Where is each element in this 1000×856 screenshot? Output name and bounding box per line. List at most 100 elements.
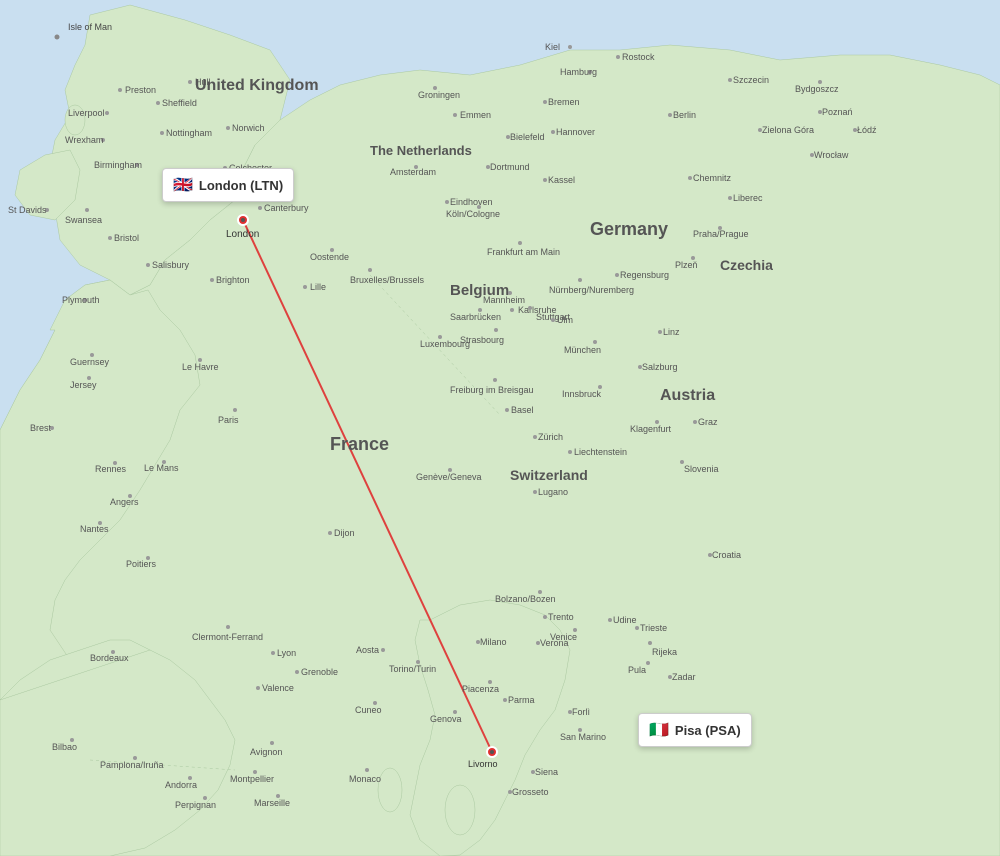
svg-text:Sheffield: Sheffield [162, 98, 197, 108]
svg-text:Hannover: Hannover [556, 127, 595, 137]
svg-text:Chemnitz: Chemnitz [693, 173, 732, 183]
svg-text:Poitiers: Poitiers [126, 559, 157, 569]
svg-text:Birmingham: Birmingham [94, 160, 142, 170]
svg-text:Lugano: Lugano [538, 487, 568, 497]
svg-text:Swansea: Swansea [65, 215, 102, 225]
svg-text:Nantes: Nantes [80, 524, 109, 534]
svg-text:Pamplona/Iruña: Pamplona/Iruña [100, 760, 164, 770]
svg-text:St Davids: St Davids [8, 205, 47, 215]
svg-text:San Marino: San Marino [560, 732, 606, 742]
svg-text:Liechtenstein: Liechtenstein [574, 447, 627, 457]
svg-text:München: München [564, 345, 601, 355]
svg-text:Milano: Milano [480, 637, 507, 647]
svg-text:Rostock: Rostock [622, 52, 655, 62]
svg-text:Paris: Paris [218, 415, 239, 425]
svg-text:Genève/Geneva: Genève/Geneva [416, 472, 482, 482]
svg-text:Liberec: Liberec [733, 193, 763, 203]
svg-text:Isle of Man: Isle of Man [68, 22, 112, 32]
svg-text:Marseille: Marseille [254, 798, 290, 808]
svg-text:Austria: Austria [660, 387, 715, 404]
svg-text:Siena: Siena [535, 767, 558, 777]
map-container: United Kingdom Belgium France Germany Sw… [0, 0, 1000, 856]
svg-text:Forlì: Forlì [572, 707, 590, 717]
svg-text:Hamburg: Hamburg [560, 67, 597, 77]
svg-text:Wrexham: Wrexham [65, 135, 103, 145]
svg-text:Bolzano/Bozen: Bolzano/Bozen [495, 594, 556, 604]
svg-text:Salzburg: Salzburg [642, 362, 678, 372]
svg-text:Switzerland: Switzerland [510, 467, 588, 483]
svg-text:Udine: Udine [613, 615, 637, 625]
svg-text:Genova: Genova [430, 714, 462, 724]
svg-text:Canterbury: Canterbury [264, 203, 309, 213]
london-airport-box: 🇬🇧 London (LTN) [162, 168, 294, 202]
svg-text:Ulm: Ulm [557, 315, 573, 325]
svg-text:Emmen: Emmen [460, 110, 491, 120]
svg-text:Avignon: Avignon [250, 747, 282, 757]
svg-text:Bremen: Bremen [548, 97, 580, 107]
svg-text:Bordeaux: Bordeaux [90, 653, 129, 663]
svg-text:Łódź: Łódź [857, 125, 877, 135]
svg-text:The Netherlands: The Netherlands [370, 143, 472, 158]
svg-text:Liverpool: Liverpool [68, 108, 105, 118]
svg-text:Le Havre: Le Havre [182, 362, 219, 372]
svg-text:Le Mans: Le Mans [144, 463, 179, 473]
svg-text:Croatia: Croatia [712, 550, 741, 560]
svg-text:London: London [226, 229, 259, 240]
svg-text:Grosseto: Grosseto [512, 787, 549, 797]
svg-text:Torino/Turin: Torino/Turin [389, 664, 436, 674]
svg-text:Lyon: Lyon [277, 648, 296, 658]
svg-text:Brest: Brest [30, 423, 52, 433]
svg-text:Piacenza: Piacenza [462, 684, 499, 694]
svg-text:Angers: Angers [110, 497, 139, 507]
svg-text:Bielefeld: Bielefeld [510, 132, 545, 142]
svg-text:Jersey: Jersey [70, 380, 97, 390]
svg-text:Mannheim: Mannheim [483, 295, 525, 305]
svg-text:Valence: Valence [262, 683, 294, 693]
svg-text:Frankfurt am Main: Frankfurt am Main [487, 247, 560, 257]
svg-text:Bruxelles/Brussels: Bruxelles/Brussels [350, 275, 425, 285]
svg-text:Salisbury: Salisbury [152, 260, 190, 270]
svg-text:Germany: Germany [590, 219, 668, 239]
svg-text:Graz: Graz [698, 417, 718, 427]
svg-text:France: France [330, 434, 389, 454]
svg-text:Dortmund: Dortmund [490, 162, 530, 172]
svg-text:Lille: Lille [310, 282, 326, 292]
svg-text:Oostende: Oostende [310, 252, 349, 262]
pisa-airport-box: 🇮🇹 Pisa (PSA) [638, 713, 752, 747]
svg-text:Guernsey: Guernsey [70, 357, 110, 367]
svg-text:Poznań: Poznań [822, 107, 853, 117]
svg-text:Strasbourg: Strasbourg [460, 335, 504, 345]
svg-text:Szczecin: Szczecin [733, 75, 769, 85]
svg-text:Montpellier: Montpellier [230, 774, 274, 784]
svg-text:Freiburg im Breisgau: Freiburg im Breisgau [450, 385, 534, 395]
svg-text:Czechia: Czechia [720, 257, 773, 273]
svg-text:Livorno: Livorno [468, 759, 498, 769]
svg-text:Andorra: Andorra [165, 780, 197, 790]
svg-text:Kiel: Kiel [545, 42, 560, 52]
svg-text:Eindhoven: Eindhoven [450, 197, 493, 207]
svg-text:Regensburg: Regensburg [620, 270, 669, 280]
svg-text:Bristol: Bristol [114, 233, 139, 243]
svg-text:Praha/Prague: Praha/Prague [693, 229, 749, 239]
svg-text:Pula: Pula [628, 665, 646, 675]
svg-text:Berlin: Berlin [673, 110, 696, 120]
svg-text:Köln/Cologne: Köln/Cologne [446, 209, 500, 219]
svg-text:Rijeka: Rijeka [652, 647, 677, 657]
svg-text:Bilbao: Bilbao [52, 742, 77, 752]
svg-text:Nürnberg/Nuremberg: Nürnberg/Nuremberg [549, 285, 634, 295]
svg-text:Zielona Góra: Zielona Góra [762, 125, 814, 135]
svg-text:Amsterdam: Amsterdam [390, 167, 436, 177]
svg-text:United Kingdom: United Kingdom [195, 77, 319, 94]
svg-text:Zadar: Zadar [672, 672, 696, 682]
svg-text:Hull: Hull [195, 77, 211, 87]
svg-text:Dijon: Dijon [334, 528, 355, 538]
svg-text:Basel: Basel [511, 405, 534, 415]
svg-text:Klagenfurt: Klagenfurt [630, 424, 672, 434]
pisa-label: Pisa (PSA) [675, 723, 741, 738]
svg-text:Preston: Preston [125, 85, 156, 95]
map-svg: United Kingdom Belgium France Germany Sw… [0, 0, 1000, 856]
svg-text:Clermont-Ferrand: Clermont-Ferrand [192, 632, 263, 642]
svg-text:Grenoble: Grenoble [301, 667, 338, 677]
svg-text:Venice: Venice [550, 632, 577, 642]
svg-text:Brighton: Brighton [216, 275, 250, 285]
